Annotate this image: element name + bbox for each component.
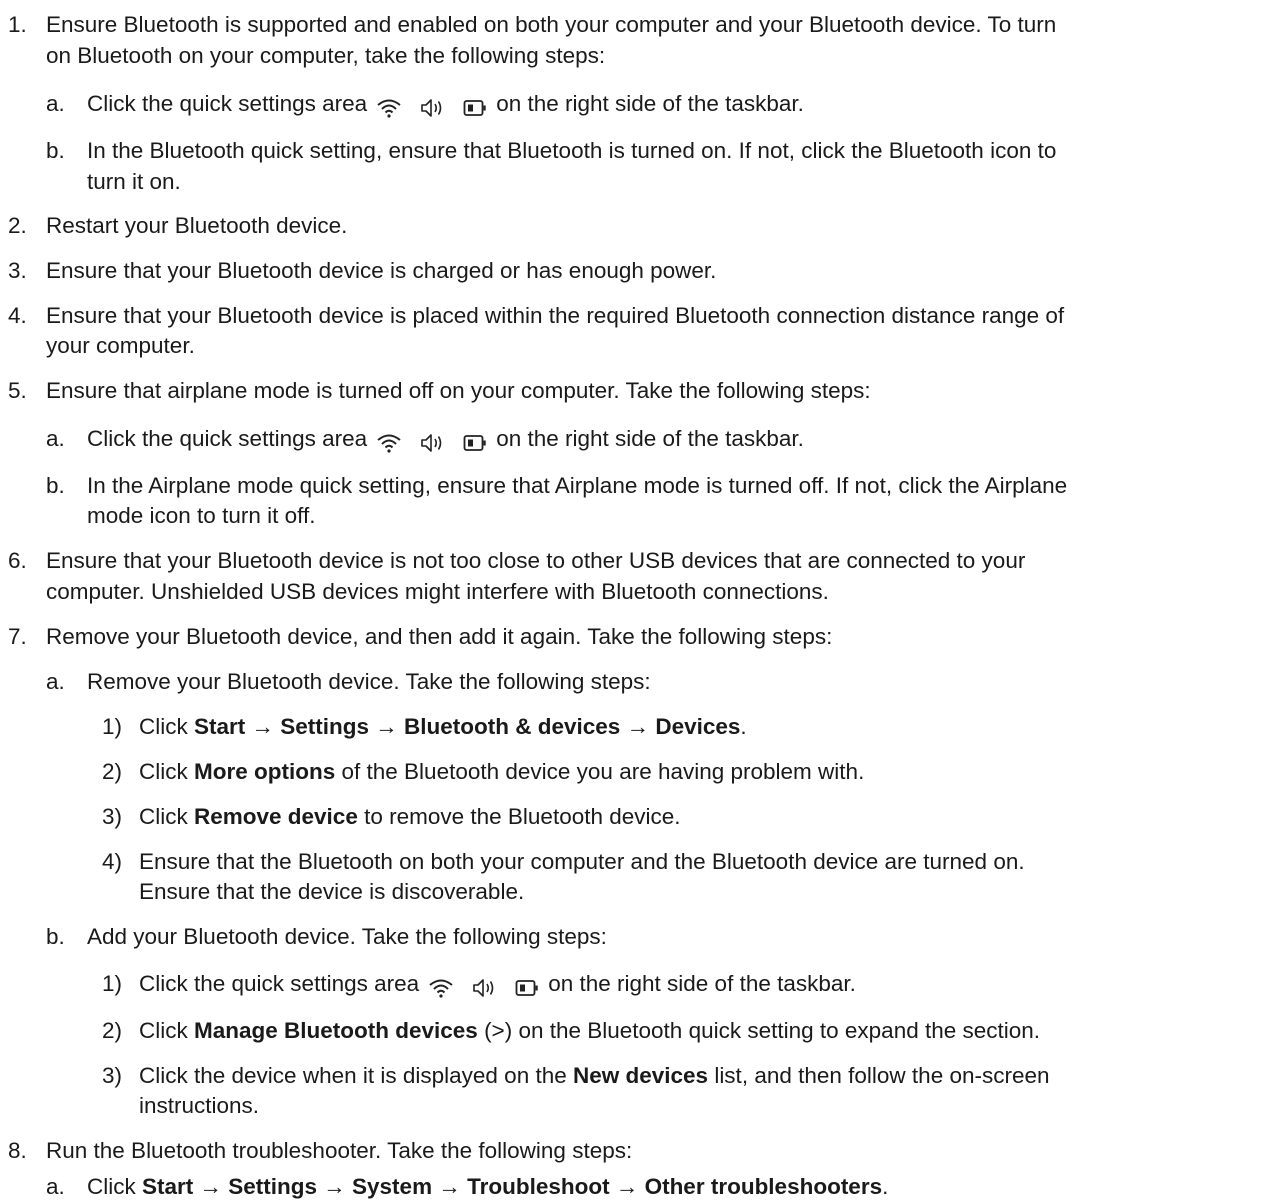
step-1-text: Ensure Bluetooth is supported and enable… bbox=[46, 12, 1057, 37]
step-7b-3-pre: Click the device when it is displayed on… bbox=[139, 1063, 573, 1088]
step-7-number: 7. bbox=[8, 624, 27, 649]
step-7b-2-marker: 2) bbox=[102, 1018, 123, 1043]
step-5b-marker: b. bbox=[46, 473, 65, 498]
volume-icon bbox=[420, 434, 441, 452]
step-7a-1-text: Click Start → Settings → Bluetooth & dev… bbox=[139, 713, 747, 740]
step-7b-3-text-cont: instructions. bbox=[139, 1093, 260, 1118]
step-7a-text: Remove your Bluetooth device. Take the f… bbox=[87, 669, 651, 694]
step-5b-text: In the Airplane mode quick setting, ensu… bbox=[87, 473, 1068, 498]
step-2-number: 2. bbox=[8, 213, 27, 238]
step-8a-post: . bbox=[882, 1174, 889, 1199]
wifi-icon bbox=[377, 99, 402, 118]
start-settings-troubleshoot-path: Start → Settings → System → Troubleshoot… bbox=[142, 1174, 883, 1199]
start-settings-devices-path: Start → Settings → Bluetooth & devices →… bbox=[194, 714, 741, 739]
step-5b-text-cont: mode icon to turn it off. bbox=[87, 503, 316, 528]
step-6-number: 6. bbox=[8, 548, 27, 573]
step-5-text: Ensure that airplane mode is turned off … bbox=[46, 378, 871, 403]
step-7b-2-text: Click Manage Bluetooth devices (>) on th… bbox=[139, 1017, 1040, 1044]
manage-bluetooth-devices-label: Manage Bluetooth devices bbox=[194, 1018, 478, 1043]
step-4-text-cont: your computer. bbox=[46, 333, 195, 358]
step-7b-1-marker: 1) bbox=[102, 971, 123, 996]
battery-icon bbox=[463, 435, 486, 451]
troubleshooting-steps-document: 1. Ensure Bluetooth is supported and ena… bbox=[0, 0, 1267, 1199]
step-7a-2-text: Click More options of the Bluetooth devi… bbox=[139, 758, 864, 785]
wifi-icon bbox=[377, 434, 402, 453]
step-7-text: Remove your Bluetooth device, and then a… bbox=[46, 624, 833, 649]
step-6-text: Ensure that your Bluetooth device is not… bbox=[46, 548, 1026, 573]
step-7a-4-marker: 4) bbox=[102, 849, 123, 874]
step-7a-3-post: to remove the Bluetooth device. bbox=[357, 804, 681, 829]
step-4-number: 4. bbox=[8, 303, 27, 328]
step-7a-4-text: Ensure that the Bluetooth on both your c… bbox=[139, 849, 1025, 874]
battery-icon bbox=[515, 980, 538, 996]
step-1a-after: on the right side of the taskbar. bbox=[496, 91, 804, 116]
step-4-text: Ensure that your Bluetooth device is pla… bbox=[46, 303, 1065, 328]
step-7b-3-text: Click the device when it is displayed on… bbox=[139, 1062, 1050, 1089]
quick-settings-icons bbox=[376, 93, 487, 120]
step-5a-before: Click the quick settings area bbox=[87, 426, 368, 451]
step-3-number: 3. bbox=[8, 258, 27, 283]
step-5a-text: Click the quick settings area on the rig… bbox=[87, 425, 804, 455]
step-8-number: 8. bbox=[8, 1138, 27, 1163]
step-8-text: Run the Bluetooth troubleshooter. Take t… bbox=[46, 1138, 633, 1163]
step-5-number: 5. bbox=[8, 378, 27, 403]
new-devices-label: New devices bbox=[572, 1063, 709, 1088]
step-7a-2-post: of the Bluetooth device you are having p… bbox=[335, 759, 865, 784]
quick-settings-icons bbox=[376, 428, 487, 455]
step-7b-1-after: on the right side of the taskbar. bbox=[548, 971, 856, 996]
step-8a-marker: a. bbox=[46, 1174, 65, 1199]
step-1a-before: Click the quick settings area bbox=[87, 91, 368, 116]
step-7b-3-marker: 3) bbox=[102, 1063, 123, 1088]
step-7b-marker: b. bbox=[46, 924, 65, 949]
step-1-number: 1. bbox=[8, 12, 27, 37]
step-1b-marker: b. bbox=[46, 138, 65, 163]
step-3-text: Ensure that your Bluetooth device is cha… bbox=[46, 258, 717, 283]
volume-icon bbox=[472, 979, 493, 997]
quick-settings-icons bbox=[428, 973, 539, 1000]
step-1-text-cont: on Bluetooth on your computer, take the … bbox=[46, 43, 606, 68]
step-7a-3-text: Click Remove device to remove the Blueto… bbox=[139, 803, 681, 830]
step-1a-text: Click the quick settings area on the rig… bbox=[87, 90, 804, 120]
remove-device-label: Remove device bbox=[194, 804, 358, 829]
step-1b-text-cont: turn it on. bbox=[87, 169, 181, 194]
step-6-text-cont: computer. Unshielded USB devices might i… bbox=[46, 579, 829, 604]
step-7a-1-post: . bbox=[740, 714, 747, 739]
step-1a-marker: a. bbox=[46, 91, 65, 116]
step-1b-text: In the Bluetooth quick setting, ensure t… bbox=[87, 138, 1057, 163]
step-7b-1-before: Click the quick settings area bbox=[139, 971, 420, 996]
step-7a-1-pre: Click bbox=[139, 714, 194, 739]
volume-icon bbox=[420, 99, 441, 117]
step-5a-marker: a. bbox=[46, 426, 65, 451]
step-7b-2-pre: Click bbox=[139, 1018, 194, 1043]
more-options-label: More options bbox=[194, 759, 336, 784]
step-7b-text: Add your Bluetooth device. Take the foll… bbox=[87, 924, 607, 949]
step-7a-2-pre: Click bbox=[139, 759, 194, 784]
step-7a-marker: a. bbox=[46, 669, 65, 694]
step-7a-3-pre: Click bbox=[139, 804, 194, 829]
step-7b-2-post: (>) on the Bluetooth quick setting to ex… bbox=[477, 1018, 1041, 1043]
step-8a-text: Click Start → Settings → System → Troubl… bbox=[87, 1173, 888, 1200]
step-2-text: Restart your Bluetooth device. bbox=[46, 213, 348, 238]
wifi-icon bbox=[429, 979, 454, 998]
step-7b-1-text: Click the quick settings area on the rig… bbox=[139, 970, 856, 1000]
battery-icon bbox=[463, 100, 486, 116]
step-8a-pre: Click bbox=[87, 1174, 142, 1199]
step-7a-3-marker: 3) bbox=[102, 804, 123, 829]
step-7b-3-post: list, and then follow the on-screen bbox=[708, 1063, 1050, 1088]
step-7a-1-marker: 1) bbox=[102, 714, 123, 739]
step-7a-2-marker: 2) bbox=[102, 759, 123, 784]
step-7a-4-text-cont: Ensure that the device is discoverable. bbox=[139, 879, 525, 904]
step-5a-after: on the right side of the taskbar. bbox=[496, 426, 804, 451]
